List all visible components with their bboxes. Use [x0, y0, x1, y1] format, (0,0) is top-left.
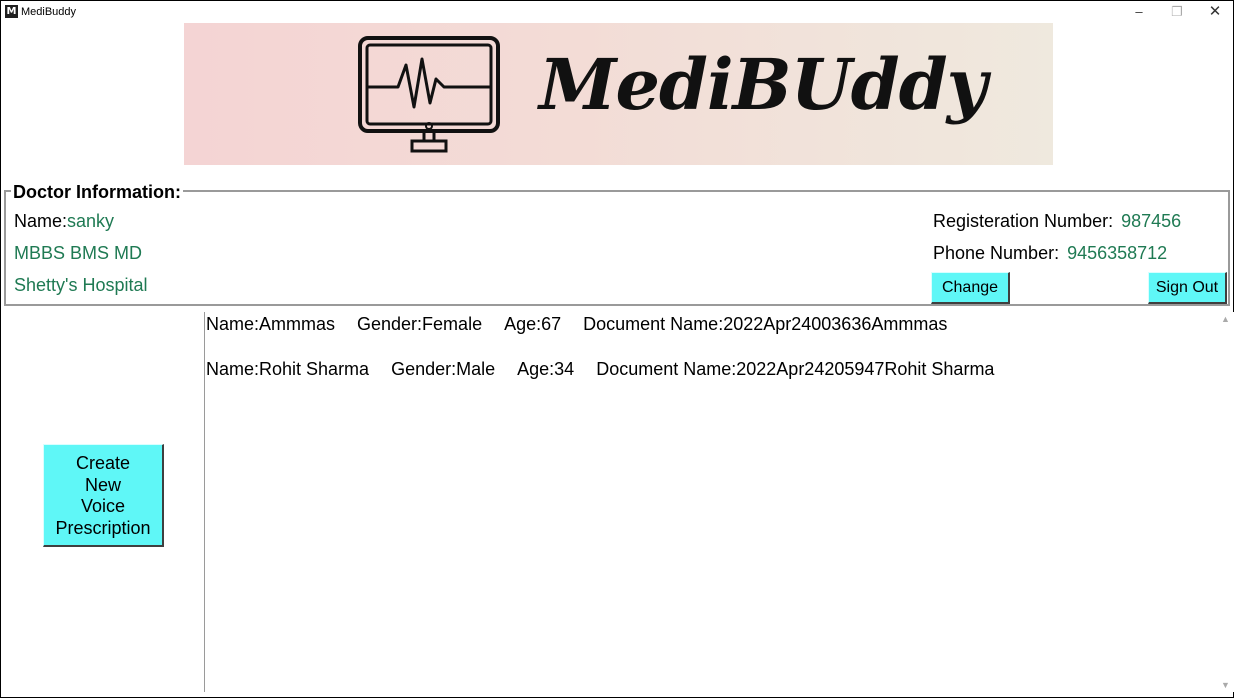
vertical-scrollbar[interactable]: ▲ ▼ [1218, 312, 1233, 692]
create-button-line: Prescription [55, 517, 151, 538]
scroll-up-icon[interactable]: ▲ [1218, 314, 1233, 324]
create-button-line: Voice [80, 496, 126, 516]
doctor-name-value: sanky [67, 211, 115, 231]
heart-monitor-icon [358, 36, 500, 153]
create-voice-prescription-button[interactable]: Create New Voice Prescription [43, 444, 164, 547]
registration-label: Registeration Number: [933, 211, 1114, 231]
record-age: Age:34 [517, 359, 575, 379]
list-item[interactable]: Name:Ammmas Gender:Female Age:67 Document N… [206, 314, 947, 335]
logo-banner: MediBUddy [184, 23, 1053, 165]
doctor-name-row: Name:sanky [14, 211, 114, 232]
phone-label: Phone Number: [933, 243, 1060, 263]
registration-row: Registeration Number: 987456 [933, 211, 1181, 232]
phone-value: 9456358712 [1067, 243, 1168, 263]
doctor-info-legend: Doctor Information: [11, 182, 183, 203]
record-document: Document Name:2022Apr24205947Rohit Sharm… [596, 359, 995, 379]
record-name: Name:Ammmas [206, 314, 336, 334]
record-gender: Gender:Female [357, 314, 483, 334]
close-button[interactable]: ✕ [1197, 1, 1233, 23]
maximize-button[interactable]: ❐ [1159, 1, 1195, 23]
app-icon: M [5, 5, 18, 18]
list-item[interactable]: Name:Rohit Sharma Gender:Male Age:34 Docume… [206, 359, 994, 380]
doctor-hospital: Shetty's Hospital [14, 275, 148, 295]
doctor-qualification: MBBS BMS MD [14, 243, 143, 263]
record-document: Document Name:2022Apr24003636Ammmas [583, 314, 948, 334]
window-title: MediBuddy [21, 6, 77, 18]
doctor-name-label: Name: [14, 211, 68, 231]
app-logo-text: MediBUddy [539, 43, 987, 126]
create-button-line: New [84, 474, 121, 495]
create-button-line: Create [75, 453, 131, 473]
title-bar[interactable]: M MediBuddy – ❐ ✕ [1, 1, 1233, 23]
change-button[interactable]: Change [931, 272, 1010, 304]
app-window: M MediBuddy – ❐ ✕ MediBUddy Doctor Infor… [0, 0, 1234, 698]
minimize-button[interactable]: – [1121, 1, 1157, 23]
record-name: Name:Rohit Sharma [206, 359, 370, 379]
registration-value: 987456 [1121, 211, 1182, 231]
record-age: Age:67 [504, 314, 562, 334]
record-gender: Gender:Male [391, 359, 496, 379]
scroll-down-icon[interactable]: ▼ [1218, 680, 1233, 690]
phone-row: Phone Number: 9456358712 [933, 243, 1167, 264]
sign-out-button[interactable]: Sign Out [1148, 272, 1227, 304]
